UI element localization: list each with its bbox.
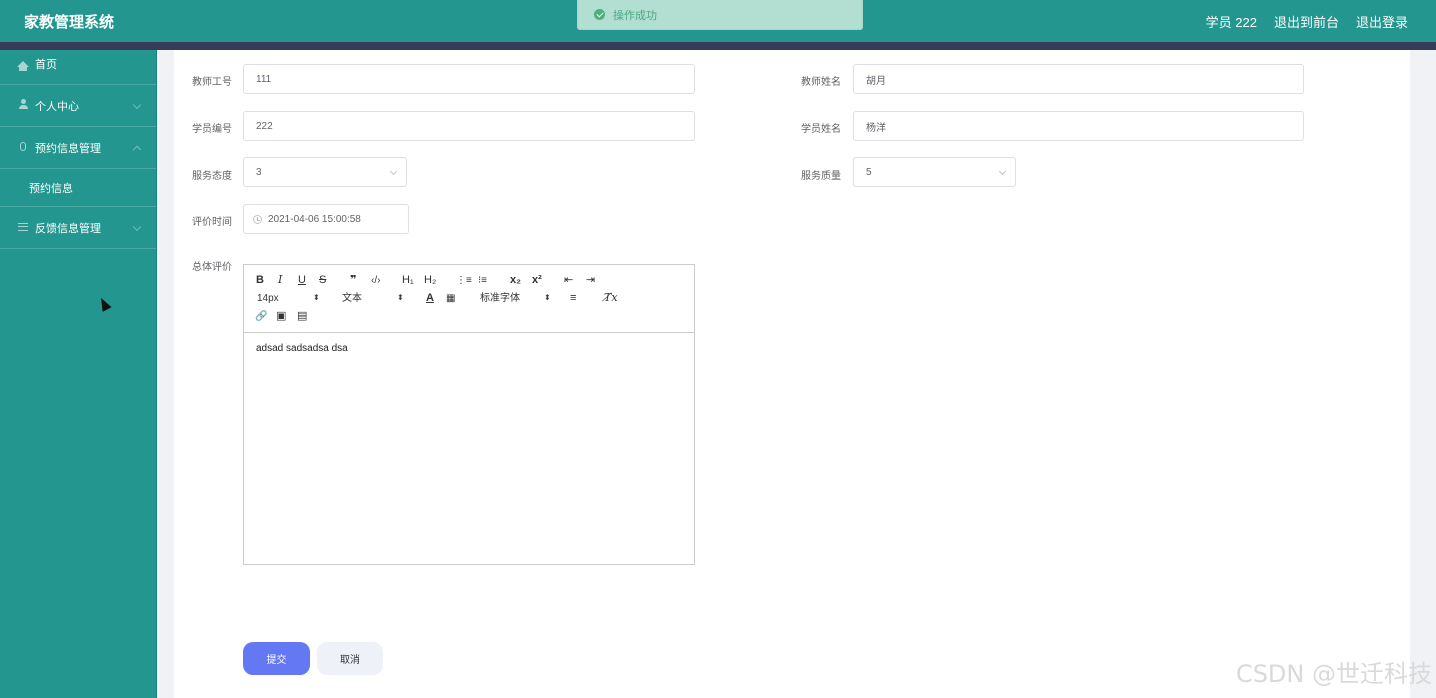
student-name-label: 学员姓名 (801, 124, 841, 135)
sidebar-item-label: 预约信息管理 (35, 142, 101, 155)
image-button[interactable]: ▣ (276, 310, 286, 322)
feedback-form: 教师工号 111 教师姓名 胡月 学员编号 222 学员姓名 杨洋 服务态度 3… (174, 50, 1410, 698)
csdn-watermark: CSDN @世迁科技 (1235, 660, 1432, 688)
sidebar-item-personal-center[interactable]: 个人中心 (0, 85, 156, 127)
header-divider (0, 42, 1436, 50)
toast-message: 操作成功 (613, 9, 657, 22)
home-icon (17, 58, 29, 71)
font-size-picker[interactable]: 14px (257, 293, 279, 305)
student-name-value: 杨洋 (866, 122, 886, 134)
blockquote-button[interactable]: ❞ (350, 274, 356, 286)
h2-button[interactable]: H₂ (424, 274, 436, 286)
link-button[interactable]: 🔗 (255, 311, 267, 323)
teacher-name-value: 胡月 (866, 75, 886, 87)
check-circle-icon (594, 9, 605, 20)
cancel-button[interactable]: 取消 (317, 642, 383, 675)
chevron-down-icon (132, 222, 142, 231)
student-id-field[interactable]: 222 (243, 111, 695, 141)
chevron-down-icon (998, 167, 1007, 176)
success-toast: 操作成功 (577, 0, 863, 30)
chevron-down-icon (132, 100, 142, 109)
h1-button[interactable]: H₁ (402, 274, 414, 286)
teacher-id-field[interactable]: 111 (243, 64, 695, 94)
font-family-picker[interactable]: 标准字体 (480, 293, 520, 305)
current-user-label: 学员 222 (1205, 15, 1257, 30)
sidebar-subitem-booking-info[interactable]: 预约信息 (0, 169, 156, 207)
student-name-field[interactable]: 杨洋 (853, 111, 1304, 141)
service-attitude-value: 3 (256, 166, 262, 178)
user-icon (17, 99, 29, 112)
editor-content[interactable]: adsad sadsadsa dsa (244, 333, 694, 364)
chevron-up-icon (132, 145, 142, 154)
menu-icon (17, 222, 29, 234)
sidebar-item-booking-management[interactable]: 预约信息管理 (0, 127, 156, 169)
video-button[interactable]: ▤ (297, 310, 307, 322)
subscript-button[interactable]: x₂ (510, 274, 521, 286)
picker-arrow-icon: ⬍ (313, 293, 320, 302)
background-color-button[interactable]: ▦ (446, 293, 455, 305)
student-id-label: 学员编号 (192, 124, 232, 135)
submit-button[interactable]: 提交 (243, 642, 310, 675)
review-time-picker[interactable]: 2021-04-06 15:00:58 (243, 204, 409, 234)
bullet-list-button[interactable]: ⁝≡ (478, 275, 487, 287)
review-time-value: 2021-04-06 15:00:58 (268, 213, 361, 225)
chevron-down-icon (389, 167, 398, 176)
sidebar-item-label: 个人中心 (35, 100, 79, 113)
sidebar: 首页 个人中心 预约信息管理 预约信息 反馈信息管理 (0, 50, 157, 698)
sidebar-item-home[interactable]: 首页 (0, 50, 156, 85)
strike-button[interactable]: S (319, 274, 326, 286)
header-picker[interactable]: 文本 (342, 293, 362, 305)
overall-review-label: 总体评价 (192, 262, 232, 273)
teacher-id-value: 111 (256, 73, 272, 85)
sidebar-item-label: 首页 (35, 59, 57, 71)
clean-format-button[interactable]: T̸x (604, 292, 618, 304)
teacher-name-label: 教师姓名 (801, 77, 841, 88)
ordered-list-button[interactable]: ⋮≡ (456, 275, 472, 287)
text-color-button[interactable]: A (426, 292, 434, 304)
rich-text-editor: B I U S ❞ ‹/› H₁ H₂ ⋮≡ ⁝≡ x₂ x² ⇤ ⇥ 14px… (243, 264, 695, 565)
student-id-value: 222 (256, 120, 273, 132)
back-to-front-link[interactable]: 退出到前台 (1274, 12, 1339, 31)
review-time-label: 评价时间 (192, 217, 232, 228)
underline-button[interactable]: U (298, 274, 306, 286)
outdent-button[interactable]: ⇤ (564, 274, 573, 286)
service-quality-label: 服务质量 (801, 171, 841, 182)
picker-arrow-icon: ⬍ (544, 293, 551, 302)
bold-button[interactable]: B (256, 274, 264, 286)
teacher-id-label: 教师工号 (192, 77, 232, 88)
microphone-icon (17, 141, 29, 154)
editor-toolbar: B I U S ❞ ‹/› H₁ H₂ ⋮≡ ⁝≡ x₂ x² ⇤ ⇥ 14px… (244, 265, 694, 333)
sidebar-item-label: 预约信息 (29, 182, 73, 195)
header-user-menu: 学员 222 退出到前台 退出登录 (1206, 12, 1408, 31)
app-title: 家教管理系统 (24, 14, 115, 31)
service-attitude-select[interactable]: 3 (243, 157, 407, 187)
superscript-button[interactable]: x² (532, 274, 542, 286)
service-quality-value: 5 (866, 166, 872, 178)
sidebar-item-label: 反馈信息管理 (35, 222, 101, 235)
align-button[interactable]: ≡ (570, 292, 576, 304)
service-attitude-label: 服务态度 (192, 171, 232, 182)
sidebar-item-feedback-management[interactable]: 反馈信息管理 (0, 207, 156, 249)
picker-arrow-icon: ⬍ (397, 293, 404, 302)
code-button[interactable]: ‹/› (371, 275, 380, 287)
service-quality-select[interactable]: 5 (853, 157, 1016, 187)
italic-button[interactable]: I (278, 274, 282, 286)
logout-link[interactable]: 退出登录 (1356, 12, 1408, 31)
teacher-name-field[interactable]: 胡月 (853, 64, 1304, 94)
indent-button[interactable]: ⇥ (586, 274, 595, 286)
clock-icon (253, 214, 262, 224)
